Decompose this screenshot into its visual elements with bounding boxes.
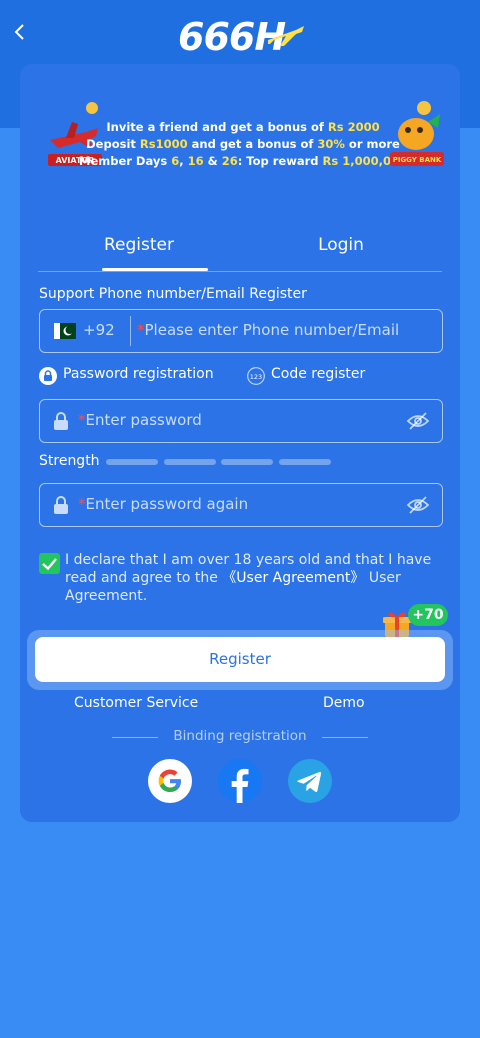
- tab-login[interactable]: Login: [240, 232, 442, 272]
- eye-off-icon[interactable]: [406, 495, 430, 515]
- phone-email-field[interactable]: +92 *Please enter Phone number/Email: [39, 309, 443, 353]
- telegram-icon: [297, 771, 322, 792]
- agreement-row: I declare that I am over 18 years old an…: [39, 551, 443, 611]
- google-icon: [158, 769, 181, 792]
- user-agreement-link[interactable]: 《User Agreement》: [222, 570, 364, 586]
- airplane-icon: [268, 26, 304, 46]
- country-code-selector[interactable]: +92: [83, 321, 115, 339]
- register-button[interactable]: Register: [35, 637, 445, 682]
- tab-register[interactable]: Register: [38, 232, 240, 272]
- pakistan-flag-icon: [54, 323, 76, 339]
- required-mark: *: [78, 495, 86, 513]
- chevron-left-icon: [14, 24, 24, 40]
- banner-text: and get a bonus of: [187, 137, 318, 151]
- code-register-label: Code register: [271, 366, 366, 382]
- telegram-login-button[interactable]: [288, 759, 332, 803]
- divider-line: [322, 737, 368, 738]
- active-tab-indicator: [102, 268, 208, 271]
- strength-label: Strength: [39, 453, 100, 469]
- customer-service-link[interactable]: Customer Service: [74, 695, 198, 711]
- app-logo: 666H: [178, 14, 318, 60]
- lock-icon: [39, 367, 57, 385]
- piggy-label: PIGGY BANK: [393, 156, 442, 164]
- bonus-badge: +70: [408, 604, 448, 626]
- banner-highlight: Rs 2000: [327, 120, 380, 134]
- auth-tabs: Register Login: [38, 232, 442, 272]
- register-button-glow: Register: [27, 630, 453, 690]
- agreement-text: I declare that I am over 18 years old an…: [65, 551, 445, 605]
- banner-highlight: 30%: [317, 137, 345, 151]
- demo-link[interactable]: Demo: [323, 695, 365, 711]
- code-icon-text: 123: [250, 373, 262, 381]
- facebook-icon: [231, 768, 249, 803]
- placeholder-text: Enter password again: [85, 495, 249, 513]
- strength-bar: [221, 459, 273, 465]
- required-mark: *: [137, 321, 145, 339]
- register-method-label: Support Phone number/Email Register: [39, 286, 307, 302]
- logo-text: 666: [178, 15, 255, 59]
- banner-text: : Top reward: [237, 154, 323, 168]
- eye-off-icon[interactable]: [406, 411, 430, 431]
- banner-line-3: Member Days 6, 16 & 26: Top reward Rs 1,…: [44, 154, 442, 168]
- banner-line-1: Invite a friend and get a bonus of Rs 20…: [44, 120, 442, 134]
- confirm-password-placeholder: *Enter password again: [78, 495, 248, 513]
- banner-highlight: 26: [221, 154, 238, 168]
- banner-text: Member Days: [79, 154, 172, 168]
- piggy-bank-icon: PIGGY BANK: [390, 101, 444, 166]
- strength-bar: [106, 459, 158, 465]
- banner-text: &: [203, 154, 222, 168]
- promo-banner[interactable]: AVIATOR Invite a friend and get a bonus …: [44, 96, 444, 176]
- confirm-password-field[interactable]: *Enter password again: [39, 483, 443, 527]
- placeholder-text: Enter password: [85, 411, 202, 429]
- back-button[interactable]: [8, 20, 32, 44]
- checkmark-icon: [42, 558, 57, 571]
- numeric-code-icon: 123: [247, 367, 265, 385]
- placeholder-text: Please enter Phone number/Email: [144, 321, 400, 339]
- facebook-login-button[interactable]: [218, 759, 262, 803]
- banner-text: Deposit: [86, 137, 140, 151]
- binding-registration-divider: Binding registration: [20, 728, 460, 746]
- register-card: AVIATOR Invite a friend and get a bonus …: [20, 64, 460, 822]
- banner-line-2: Deposit Rs1000 and get a bonus of 30% or…: [44, 137, 442, 151]
- required-mark: *: [78, 411, 86, 429]
- banner-highlight: 16: [187, 154, 204, 168]
- password-field[interactable]: *Enter password: [39, 399, 443, 443]
- banner-highlight: Rs1000: [139, 137, 188, 151]
- secondary-links: Customer Service Demo: [20, 695, 460, 715]
- binding-registration-label: Binding registration: [173, 728, 307, 744]
- banner-text: ,: [179, 154, 188, 168]
- register-mode-row: Password registration 123 Code register: [39, 366, 443, 388]
- agreement-checkbox[interactable]: [39, 553, 60, 574]
- strength-bar: [164, 459, 216, 465]
- banner-text: Invite a friend and get a bonus of: [106, 120, 328, 134]
- lock-icon: [54, 496, 68, 514]
- password-strength-meter: Strength: [39, 453, 443, 471]
- field-divider: [130, 316, 131, 346]
- google-login-button[interactable]: [148, 759, 192, 803]
- phone-email-placeholder: *Please enter Phone number/Email: [137, 321, 399, 339]
- strength-bar: [279, 459, 331, 465]
- password-placeholder: *Enter password: [78, 411, 202, 429]
- password-registration-label: Password registration: [63, 366, 214, 382]
- lock-icon: [54, 412, 68, 430]
